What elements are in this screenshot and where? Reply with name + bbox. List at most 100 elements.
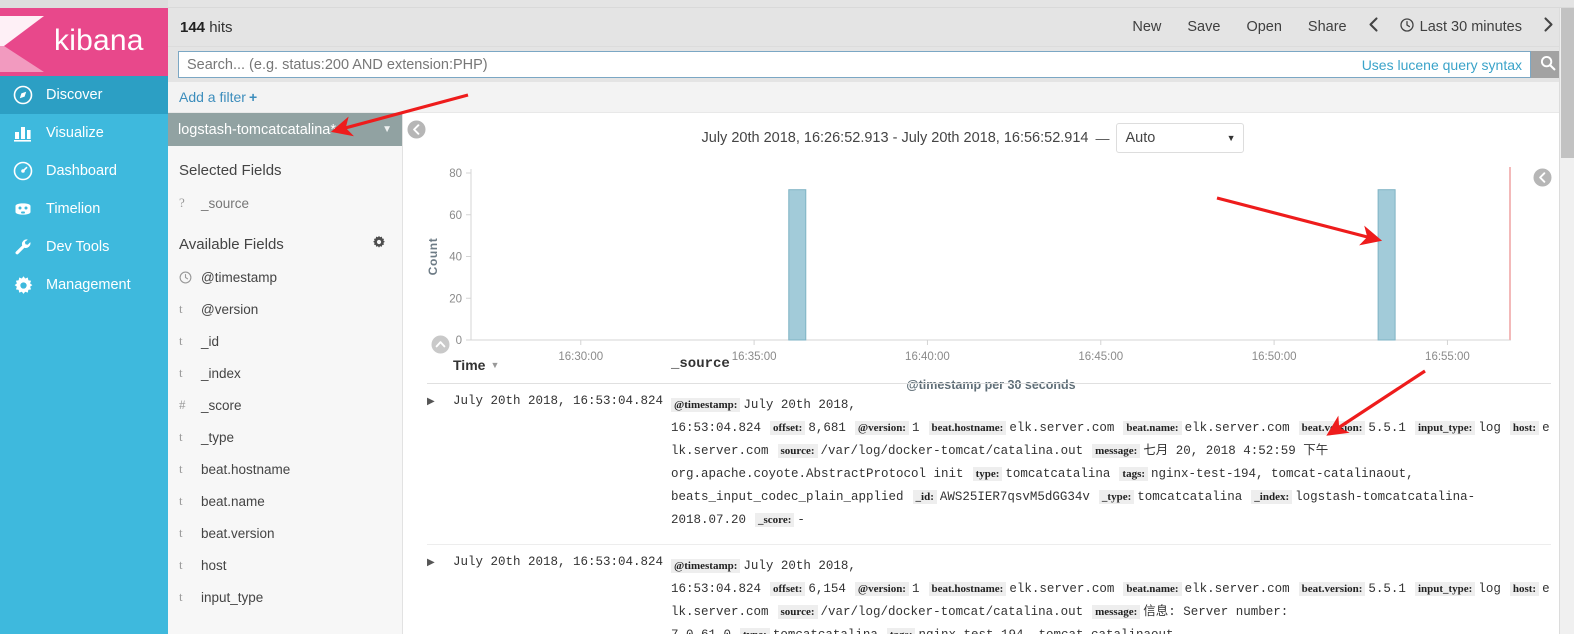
field-name: _source — [201, 195, 250, 211]
source-field-key: input_type: — [1414, 421, 1476, 435]
kibana-logo[interactable]: kibana — [0, 8, 168, 76]
field-item-input-type[interactable]: t input_type — [168, 581, 402, 613]
sidebar-item-timelion[interactable]: Timelion — [0, 190, 168, 228]
field-item-score[interactable]: # _score — [168, 389, 402, 421]
source-field-key: beat.hostname: — [928, 421, 1007, 435]
field-item-beat-hostname[interactable]: t beat.hostname — [168, 453, 402, 485]
source-field-value: 8,681 — [808, 421, 846, 435]
column-header-source[interactable]: _source — [671, 353, 1551, 376]
source-field-value: tomcatcatalina — [1137, 490, 1243, 504]
sidebar-item-dev-tools[interactable]: Dev Tools — [0, 228, 168, 266]
y-axis-tick-label: 0 — [456, 335, 462, 347]
source-field-key: _type: — [1098, 490, 1135, 504]
share-button[interactable]: Share — [1295, 19, 1360, 35]
gear-icon[interactable] — [372, 235, 386, 253]
open-button[interactable]: Open — [1233, 19, 1294, 35]
question-type-icon: ? — [179, 195, 185, 210]
time-picker-button[interactable]: Last 30 minutes — [1387, 18, 1535, 36]
field-sidebar: logstash-tomcatcatalina* ▼ Selected Fiel… — [168, 113, 403, 634]
source-field-key: @timestamp: — [671, 398, 741, 412]
add-filter-label: Add a filter — [179, 89, 246, 105]
bar-chart-icon — [0, 123, 46, 143]
field-name: @version — [201, 301, 259, 317]
wrench-icon — [0, 237, 46, 257]
field-name: beat.version — [201, 525, 275, 541]
filter-bar: Add a filter + — [168, 82, 1574, 113]
row-source-cell: @timestamp: July 20th 2018, 16:53:04.824 o… — [671, 555, 1551, 634]
sidebar-item-dashboard[interactable]: Dashboard — [0, 152, 168, 190]
search-input[interactable] — [179, 52, 1362, 77]
timelion-icon — [0, 199, 46, 219]
source-field-key: message: — [1092, 444, 1141, 458]
source-field-key: beat.hostname: — [928, 582, 1007, 596]
sidebar-item-visualize[interactable]: Visualize — [0, 114, 168, 152]
sidebar-item-label: Timelion — [46, 201, 101, 217]
field-item-timestamp[interactable]: @timestamp — [168, 261, 402, 293]
caret-right-icon[interactable]: ▶ — [427, 394, 453, 408]
source-field-value: elk.server.com — [1184, 582, 1290, 596]
field-item-host[interactable]: t host — [168, 549, 402, 581]
field-item-source[interactable]: ? _source — [168, 187, 402, 219]
source-field-key: @version: — [854, 582, 909, 596]
sidebar-item-management[interactable]: Management — [0, 266, 168, 304]
caret-right-icon[interactable]: ▶ — [427, 555, 453, 569]
main-sidebar: kibana Discover Visualize Dashboard Time — [0, 8, 168, 634]
field-item-beat-version[interactable]: t beat.version — [168, 517, 402, 549]
y-axis-tick-label: 20 — [449, 293, 462, 305]
discover-main: July 20th 2018, 16:26:52.913 - July 20th… — [403, 113, 1574, 634]
clock-icon — [179, 271, 201, 284]
table-row[interactable]: ▶ July 20th 2018, 16:53:04.824 @timestam… — [427, 545, 1551, 634]
app-header: 144 hits New Save Open Share Last 30 min… — [168, 8, 1574, 47]
source-field-value: log — [1478, 582, 1501, 596]
sort-desc-icon[interactable]: ▼ — [490, 360, 499, 370]
row-time-value: July 20th 2018, 16:53:04.824 — [453, 555, 664, 569]
gear-icon — [0, 275, 46, 296]
source-field-key: tags: — [886, 628, 916, 634]
source-field-value: 6,154 — [808, 582, 846, 596]
source-field-key: type: — [740, 628, 770, 634]
source-field-value: 1 — [911, 421, 920, 435]
time-picker-label: Last 30 minutes — [1419, 19, 1522, 35]
table-row[interactable]: ▶ July 20th 2018, 16:53:04.824 @timestam… — [427, 384, 1551, 545]
source-field-key: beat.name: — [1123, 582, 1182, 596]
scrollbar-thumb[interactable] — [1561, 8, 1574, 158]
page-scrollbar[interactable] — [1559, 8, 1574, 634]
kibana-logo-mark — [0, 16, 48, 72]
chevron-left-icon[interactable] — [1360, 17, 1387, 37]
field-item-beat-name[interactable]: t beat.name — [168, 485, 402, 517]
source-field-value: elk.server.com — [1009, 421, 1115, 435]
y-axis-title: Count — [426, 238, 440, 276]
source-field-key: _index: — [1251, 490, 1293, 504]
index-pattern-selector[interactable]: logstash-tomcatcatalina* ▼ — [168, 113, 402, 146]
time-range-sep: - — [888, 130, 902, 146]
save-button[interactable]: Save — [1174, 19, 1233, 35]
field-item-id[interactable]: t _id — [168, 325, 402, 357]
field-item-index[interactable]: t _index — [168, 357, 402, 389]
string-type-icon: t — [179, 461, 183, 476]
sidebar-item-label: Management — [46, 277, 131, 293]
row-time-cell: ▶ July 20th 2018, 16:53:04.824 — [427, 394, 671, 532]
new-button[interactable]: New — [1119, 19, 1174, 35]
string-type-icon: t — [179, 525, 183, 540]
histogram-bar[interactable] — [788, 189, 807, 341]
source-field-value: log — [1478, 421, 1501, 435]
source-field-key: source: — [777, 444, 818, 458]
field-name: input_type — [201, 589, 264, 605]
dashboard-icon — [0, 161, 46, 181]
chevron-right-icon[interactable] — [1535, 17, 1562, 37]
histogram-bar[interactable] — [1377, 189, 1396, 341]
lucene-hint[interactable]: Uses lucene query syntax — [1362, 57, 1530, 73]
available-fields-title: Available Fields — [168, 219, 402, 261]
column-header-label: Time — [453, 356, 486, 373]
field-item-version[interactable]: t @version — [168, 293, 402, 325]
interval-select[interactable]: Auto ▼ — [1116, 123, 1245, 153]
row-time-value: July 20th 2018, 16:53:04.824 — [453, 394, 664, 408]
field-item-type[interactable]: t _type — [168, 421, 402, 453]
time-range-end: July 20th 2018, 16:56:52.914 — [901, 130, 1089, 146]
y-axis-tick-label: 60 — [449, 210, 462, 222]
sidebar-item-label: Visualize — [46, 125, 104, 141]
add-filter-button[interactable]: Add a filter + — [179, 89, 257, 105]
sidebar-item-discover[interactable]: Discover — [0, 76, 168, 114]
y-axis-tick-label: 40 — [449, 252, 462, 264]
column-header-time[interactable]: Time ▼ — [427, 353, 671, 376]
